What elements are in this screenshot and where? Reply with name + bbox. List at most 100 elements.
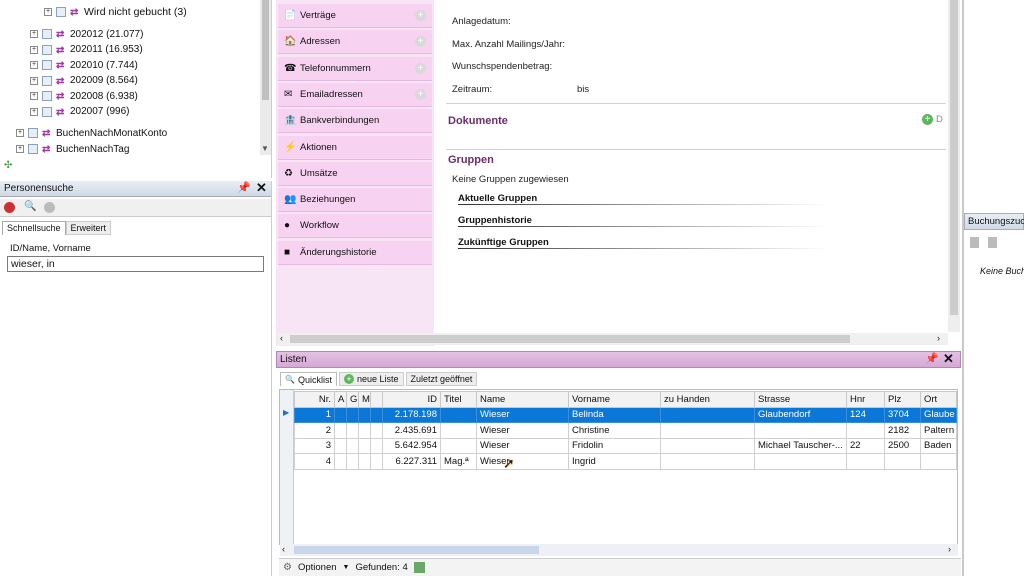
tree-item-month[interactable]: + ⇄ 202012 (21.077) (30, 27, 143, 41)
nav-item-5[interactable]: ⚡ Aktionen (278, 135, 432, 160)
table-cell[interactable]: Fridolin (568, 437, 661, 454)
scroll-left-icon[interactable]: ‹ (282, 544, 285, 554)
link-gruppenhistorie[interactable]: Gruppenhistorie (458, 215, 828, 227)
table-cell[interactable] (346, 437, 359, 454)
column-header[interactable]: Name (476, 391, 569, 408)
tree-checkbox[interactable] (42, 91, 52, 101)
tree-item-month[interactable]: + ⇄ 202011 (16.953) (30, 43, 143, 57)
nav-item-4[interactable]: 🏦 Bankverbindungen (278, 109, 432, 134)
table-cell[interactable]: Wieser (476, 406, 569, 423)
column-header[interactable]: A (334, 391, 347, 408)
table-cell[interactable]: 22 (846, 437, 885, 454)
table-cell[interactable] (334, 406, 347, 423)
column-header[interactable]: Plz (884, 391, 921, 408)
table-cell[interactable] (660, 406, 755, 423)
table-cell[interactable] (346, 422, 359, 439)
table-cell[interactable]: 2.435.691 (382, 422, 441, 439)
scroll-thumb[interactable] (262, 0, 269, 100)
table-row[interactable]: 3 5.642.954 Wieser Fridolin Michael Tauscher… (294, 437, 957, 454)
table-cell[interactable]: 2.178.198 (382, 406, 441, 423)
table-cell[interactable] (334, 437, 347, 454)
table-row[interactable]: 1 2.178.198 Wieser Belinda Glaubendorf 124 370… (294, 406, 957, 423)
column-header[interactable]: Nr. (294, 391, 335, 408)
expand-icon[interactable]: + (30, 92, 38, 100)
expand-icon[interactable]: + (30, 30, 38, 38)
table-cell[interactable] (440, 406, 477, 423)
nav-item-7[interactable]: 👥 Beziehungen (278, 188, 432, 213)
table-cell[interactable] (370, 406, 383, 423)
table-cell[interactable]: 5.642.954 (382, 437, 441, 454)
table-cell[interactable] (358, 406, 371, 423)
link-zukuenftige-gruppen[interactable]: Zukünftige Gruppen (458, 237, 828, 249)
add-icon[interactable]: + (415, 88, 426, 100)
close-icon[interactable]: ✕ (943, 351, 954, 367)
table-cell[interactable] (358, 437, 371, 454)
scroll-thumb[interactable] (294, 546, 539, 554)
scroll-down-icon[interactable]: ▼ (261, 144, 269, 153)
table-cell[interactable] (660, 453, 755, 470)
pin-icon[interactable]: 📌 (237, 181, 251, 194)
table-cell[interactable] (884, 453, 921, 470)
table-row[interactable]: 4 6.227.311 Mag.ª Wieser Ingrid (294, 453, 957, 470)
export-icon[interactable] (413, 562, 425, 573)
tree-checkbox[interactable] (56, 7, 66, 17)
table-row[interactable]: 2 2.435.691 Wieser Christine 2182 Paltern (294, 422, 957, 439)
grid-h-scrollbar[interactable]: ‹ › (280, 544, 958, 556)
add-dokument-button[interactable]: + D (922, 114, 943, 125)
table-cell[interactable]: 2182 (884, 422, 921, 439)
column-header[interactable]: Hnr (846, 391, 885, 408)
table-cell[interactable]: Wieser (476, 437, 569, 454)
stop-icon[interactable] (4, 202, 15, 213)
table-cell[interactable]: 3 (294, 437, 335, 454)
column-header[interactable]: ID (382, 391, 441, 408)
table-cell[interactable]: Michael Tauscher-... (754, 437, 847, 454)
tree-checkbox[interactable] (42, 75, 52, 86)
doc-icon[interactable] (988, 237, 997, 248)
table-cell[interactable]: Glaube (920, 406, 957, 423)
search-icon[interactable]: 🔍 (24, 201, 36, 212)
nav-item-9[interactable]: ■ Änderungshistorie (278, 240, 432, 265)
nav-item-8[interactable]: ● Workflow (278, 214, 432, 239)
doc-icon[interactable] (970, 237, 979, 248)
tab-neue-liste[interactable]: + neue Liste (338, 372, 404, 386)
table-cell[interactable] (346, 453, 359, 470)
tree-item-month[interactable]: + ⇄ 202008 (6.938) (30, 89, 138, 103)
table-cell[interactable] (754, 453, 847, 470)
expand-icon[interactable]: + (16, 129, 24, 137)
tree-item-month[interactable]: + ⇄ 202009 (8.564) (30, 74, 138, 88)
expand-icon[interactable]: + (30, 61, 38, 69)
table-cell[interactable]: 3704 (884, 406, 921, 423)
scroll-thumb[interactable] (290, 335, 850, 343)
table-cell[interactable]: Paltern (920, 422, 957, 439)
tree-checkbox[interactable] (42, 29, 52, 39)
tree-checkbox[interactable] (28, 144, 38, 154)
scroll-right-icon[interactable]: › (937, 333, 940, 343)
tree-checkbox[interactable] (42, 60, 52, 70)
table-cell[interactable] (754, 422, 847, 439)
nav-item-3[interactable]: ✉ Emailadressen + (278, 82, 432, 107)
scroll-left-icon[interactable]: ‹ (280, 333, 283, 343)
expand-icon[interactable]: + (44, 8, 52, 16)
tree-item-root-0[interactable]: + ⇄ BuchenNachMonatKonto (16, 126, 167, 140)
table-cell[interactable]: Ingrid (568, 453, 661, 470)
tree-checkbox[interactable] (28, 128, 38, 138)
table-cell[interactable]: 1 (294, 406, 335, 423)
table-cell[interactable] (370, 422, 383, 439)
tree-item-month[interactable]: + ⇄ 202010 (7.744) (30, 58, 138, 72)
nav-item-2[interactable]: ☎ Telefonnummern + (278, 56, 432, 81)
add-icon[interactable]: + (415, 36, 426, 48)
tree-checkbox[interactable] (42, 44, 52, 55)
column-header[interactable]: M (358, 391, 371, 408)
add-icon[interactable]: + (415, 10, 426, 21)
column-header[interactable] (370, 391, 383, 408)
tab-quicklist[interactable]: 🔍 Quicklist (280, 372, 337, 386)
link-aktuelle-gruppen[interactable]: Aktuelle Gruppen (458, 193, 828, 205)
expand-icon[interactable]: + (30, 76, 38, 85)
table-cell[interactable] (846, 422, 885, 439)
horizontal-scrollbar[interactable]: ‹ › (278, 333, 948, 345)
table-cell[interactable]: Christine (568, 422, 661, 439)
column-header[interactable]: Strasse (754, 391, 847, 408)
table-cell[interactable] (440, 422, 477, 439)
scroll-right-icon[interactable]: › (948, 544, 951, 554)
table-cell[interactable]: 4 (294, 453, 335, 470)
